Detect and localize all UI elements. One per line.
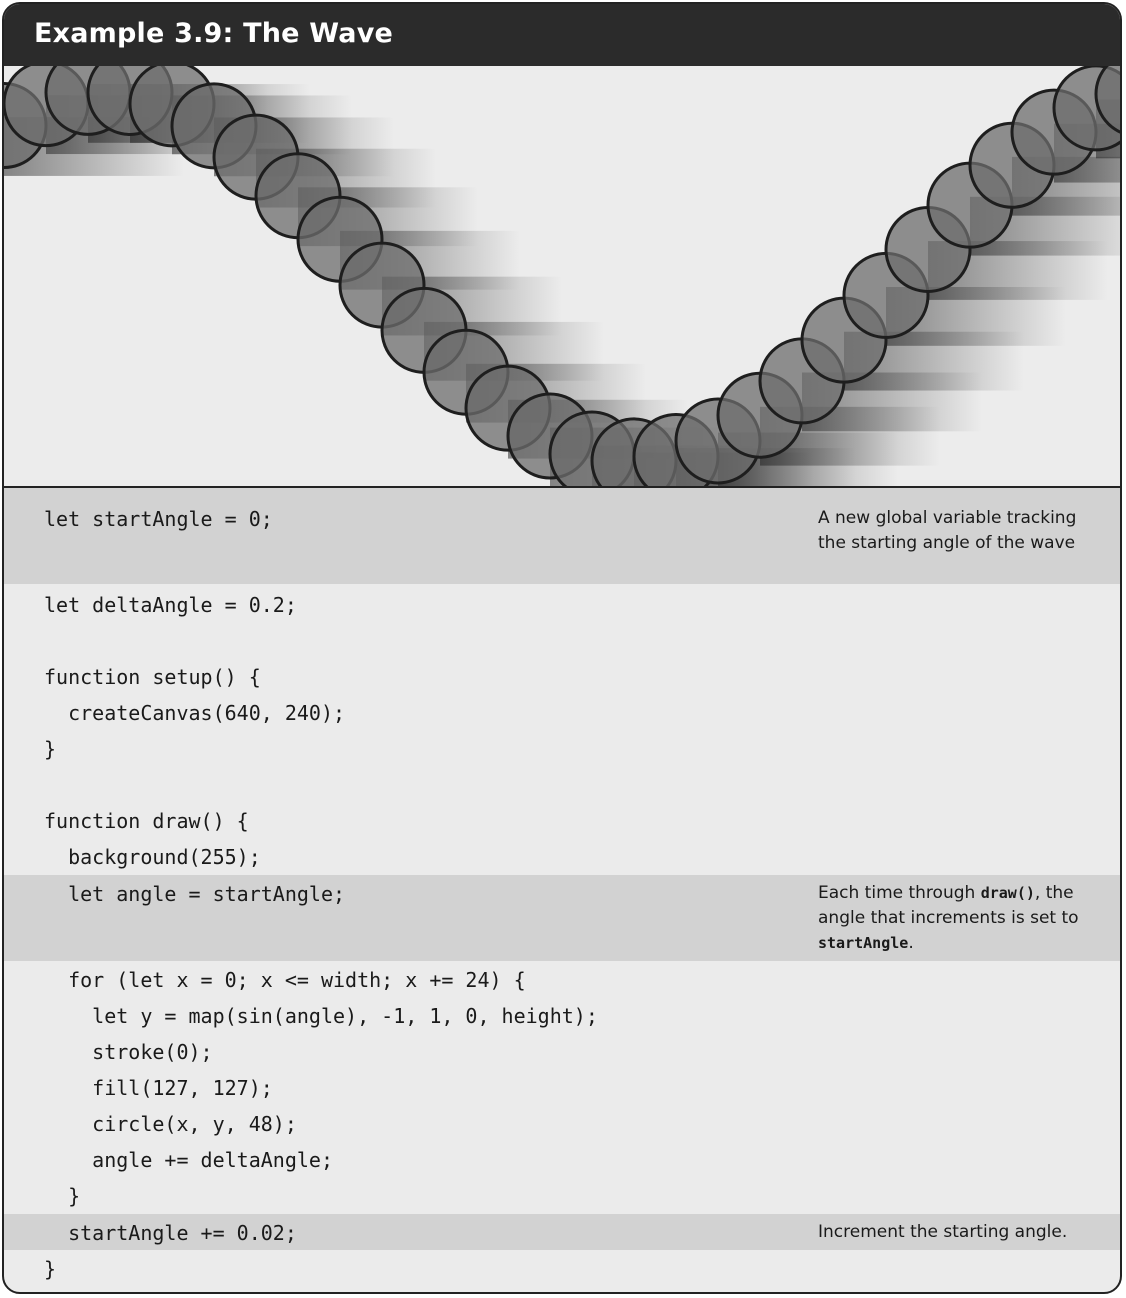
inline-code: draw(): [980, 884, 1035, 902]
example-title: Example 3.9: The Wave: [34, 18, 394, 49]
code-line: background(255);: [44, 845, 261, 869]
code-line: let angle = startAngle;: [44, 882, 346, 906]
code-line: let y = map(sin(angle), -1, 1, 0, height…: [44, 1004, 598, 1028]
example-panel: Example 3.9: The Wave let startAngle = 0…: [2, 2, 1122, 1294]
code-line: angle += deltaAngle;: [44, 1148, 333, 1172]
code-line: circle(x, y, 48);: [44, 1112, 297, 1136]
wave-canvas: [4, 66, 1120, 488]
code-line: stroke(0);: [44, 1040, 213, 1064]
annotation-increment: Increment the starting angle.: [818, 1222, 1068, 1242]
code-line: function setup() {: [44, 665, 261, 689]
annotation-angle-reset: Each time through draw(), the angle that…: [818, 883, 1079, 953]
code-line: let startAngle = 0;: [44, 507, 273, 531]
code-line: createCanvas(640, 240);: [44, 701, 346, 725]
code-line: startAngle += 0.02;: [44, 1221, 297, 1245]
annotation-start-angle: A new global variable tracking the start…: [818, 508, 1077, 553]
title-bar: Example 3.9: The Wave: [4, 4, 1120, 66]
code-line: }: [44, 737, 57, 761]
inline-code: startAngle: [818, 934, 909, 952]
code-line: }: [44, 1184, 81, 1208]
wave-drawing: [4, 66, 1120, 486]
code-line: for (let x = 0; x <= width; x += 24) {: [44, 968, 526, 992]
code-line: let deltaAngle = 0.2;: [44, 593, 297, 617]
code-line: }: [44, 1257, 57, 1281]
code-line: fill(127, 127);: [44, 1076, 273, 1100]
code-line: function draw() {: [44, 809, 249, 833]
